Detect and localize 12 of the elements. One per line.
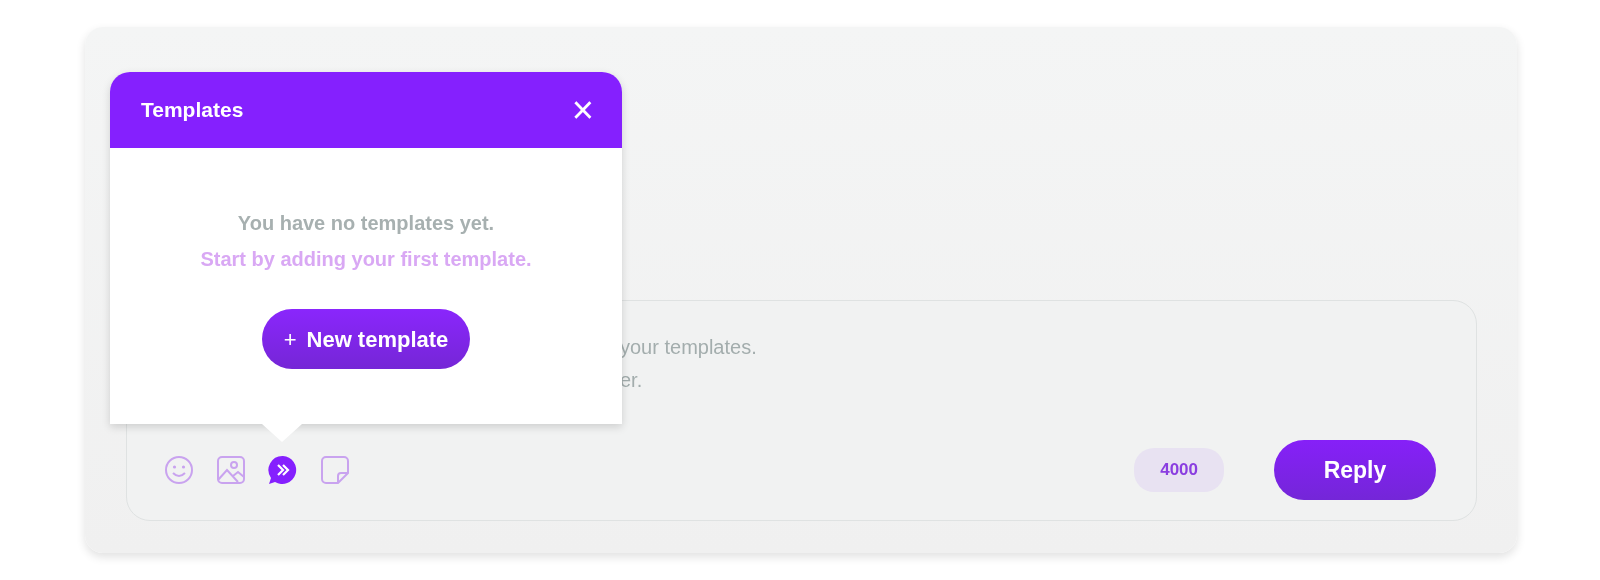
chevrons-bubble-icon[interactable] xyxy=(267,454,299,486)
sticker-icon[interactable] xyxy=(319,454,351,486)
smiley-icon[interactable] xyxy=(163,454,195,486)
close-button[interactable]: × xyxy=(571,91,594,129)
image-icon[interactable] xyxy=(215,454,247,486)
reply-button[interactable]: Reply xyxy=(1274,440,1436,500)
empty-message: You have no templates yet. xyxy=(237,211,495,236)
message-text: your templates. xyxy=(620,335,757,360)
popover-title: Templates xyxy=(141,97,244,124)
hint-text: Start by adding your first template. xyxy=(200,247,532,272)
character-counter: 4000 xyxy=(1134,448,1224,492)
new-template-button[interactable]: + New template xyxy=(261,309,471,369)
